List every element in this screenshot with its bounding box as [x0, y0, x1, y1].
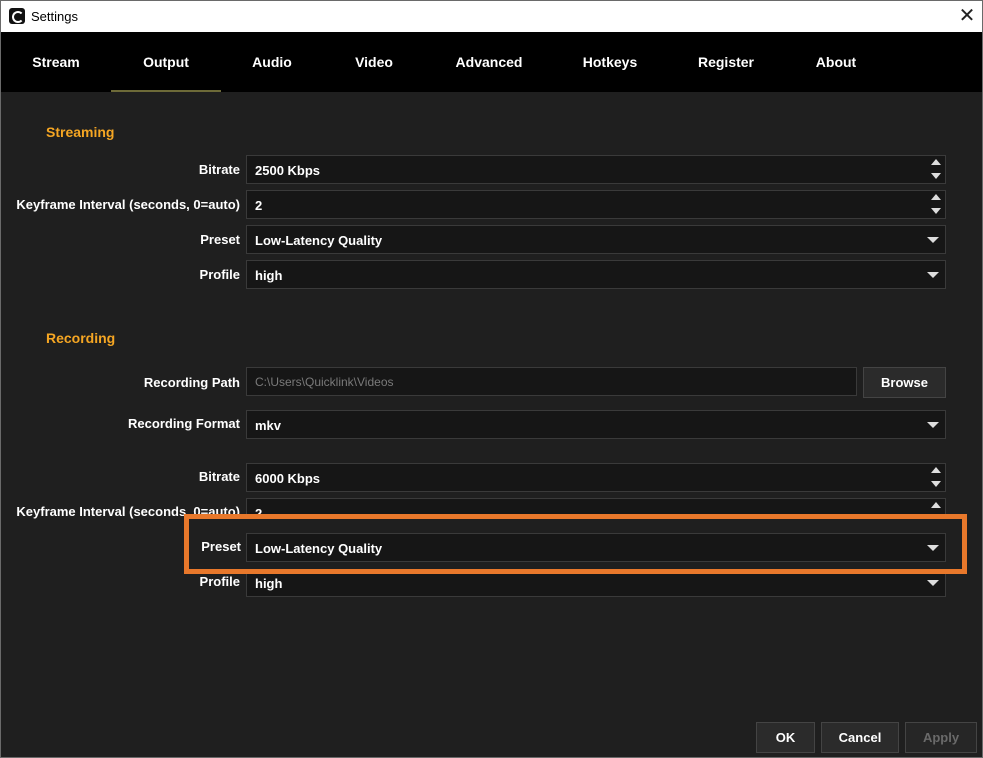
- streaming-preset-dropdown[interactable]: Low-Latency Quality: [246, 225, 946, 254]
- recording-profile-dropdown[interactable]: high: [246, 568, 946, 597]
- chevron-down-icon: [927, 237, 939, 243]
- tab-hotkeys[interactable]: Hotkeys: [574, 32, 646, 92]
- tab-bar: Stream Output Audio Video Advanced Hotke…: [1, 32, 982, 92]
- tab-about[interactable]: About: [801, 32, 871, 92]
- recording-bitrate-spinbox[interactable]: 6000 Kbps: [246, 463, 946, 492]
- recording-format-dropdown[interactable]: mkv: [246, 410, 946, 439]
- tab-audio[interactable]: Audio: [237, 32, 307, 92]
- recording-preset-value: Low-Latency Quality: [255, 541, 383, 556]
- streaming-bitrate-spinbox[interactable]: 2500 Kbps: [246, 155, 946, 184]
- streaming-keyframe-label: Keyframe Interval (seconds, 0=auto): [16, 197, 240, 212]
- spin-arrows-icon[interactable]: [931, 194, 941, 216]
- recording-path-label: Recording Path: [143, 375, 240, 390]
- recording-bitrate-value: 6000 Kbps: [255, 471, 321, 486]
- streaming-preset-label: Preset: [200, 232, 240, 247]
- recording-profile-label: Profile: [199, 574, 240, 589]
- chevron-down-icon: [927, 272, 939, 278]
- recording-profile-value: high: [255, 576, 283, 591]
- streaming-section-title: Streaming: [46, 124, 115, 140]
- tab-register[interactable]: Register: [689, 32, 763, 92]
- title-bar: Settings ✕: [1, 1, 982, 32]
- spin-arrows-icon[interactable]: [931, 467, 941, 489]
- chevron-down-icon: [927, 580, 939, 586]
- streaming-bitrate-value: 2500 Kbps: [255, 163, 321, 178]
- streaming-bitrate-label: Bitrate: [198, 162, 240, 177]
- tab-stream[interactable]: Stream: [21, 32, 91, 92]
- apply-button[interactable]: Apply: [905, 722, 977, 753]
- streaming-profile-value: high: [255, 268, 283, 283]
- recording-path-value: C:\Users\Quicklink\Videos: [255, 375, 394, 389]
- chevron-down-icon: [927, 545, 939, 551]
- streaming-keyframe-spinbox[interactable]: 2: [246, 190, 946, 219]
- close-icon[interactable]: ✕: [952, 1, 982, 32]
- app-logo-icon: [9, 8, 25, 24]
- browse-button[interactable]: Browse: [863, 367, 946, 398]
- recording-preset-row: Preset Low-Latency Quality: [189, 519, 962, 569]
- recording-path-input[interactable]: C:\Users\Quicklink\Videos: [246, 367, 857, 396]
- window-title: Settings: [31, 9, 78, 24]
- cancel-button[interactable]: Cancel: [821, 722, 899, 753]
- recording-bitrate-label: Bitrate: [198, 469, 240, 484]
- recording-preset-label: Preset: [201, 539, 241, 554]
- tab-advanced[interactable]: Advanced: [449, 32, 529, 92]
- streaming-profile-dropdown[interactable]: high: [246, 260, 946, 289]
- ok-button[interactable]: OK: [756, 722, 815, 753]
- recording-preset-dropdown[interactable]: Low-Latency Quality: [246, 533, 946, 562]
- recording-format-label: Recording Format: [128, 416, 240, 431]
- recording-section-title: Recording: [46, 330, 116, 346]
- tab-video[interactable]: Video: [339, 32, 409, 92]
- streaming-keyframe-value: 2: [255, 198, 263, 213]
- settings-window: Settings ✕ Stream Output Audio Video Adv…: [0, 0, 983, 758]
- streaming-profile-label: Profile: [199, 267, 240, 282]
- chevron-down-icon: [927, 422, 939, 428]
- spin-arrows-icon[interactable]: [931, 159, 941, 181]
- recording-format-value: mkv: [255, 418, 282, 433]
- recording-keyframe-label: Keyframe Interval (seconds, 0=auto): [16, 504, 240, 519]
- tab-output[interactable]: Output: [111, 32, 221, 92]
- streaming-preset-value: Low-Latency Quality: [255, 233, 383, 248]
